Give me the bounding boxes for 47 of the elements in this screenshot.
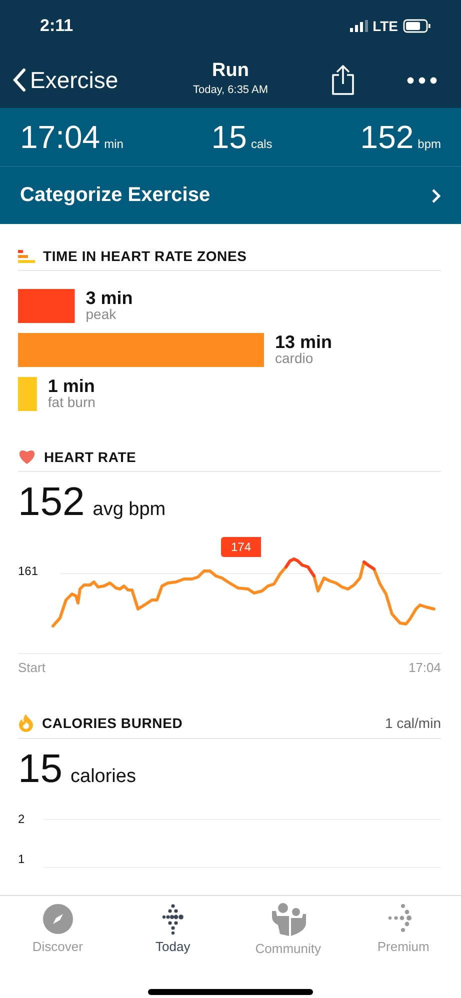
more-icon[interactable]: [407, 76, 437, 84]
network-label: LTE: [372, 18, 398, 34]
average-heart-rate: 152: [18, 480, 85, 525]
people-icon: [269, 903, 308, 937]
y-axis-label: 161: [18, 564, 38, 578]
stat-unit: min: [104, 136, 124, 150]
zone-name: fat burn: [48, 394, 96, 410]
stat-unit: cals: [250, 136, 272, 150]
heart-rate-unit: avg bpm: [92, 499, 166, 521]
stat-value: 152: [360, 118, 414, 156]
chevron-right-icon: [431, 188, 441, 204]
signal-icon: [350, 20, 368, 32]
flame-icon: [18, 713, 34, 732]
zone-unit: min: [300, 332, 332, 352]
section-title: TIME IN HEART RATE ZONES: [43, 248, 247, 264]
heart-icon: [18, 449, 36, 465]
zone-unit: min: [62, 376, 95, 396]
categorize-exercise-row[interactable]: Categorize Exercise: [0, 167, 461, 224]
stat-value: 17:04: [20, 118, 100, 156]
compass-icon: [42, 903, 74, 935]
zone-minutes: 1: [48, 376, 58, 396]
zone-minutes: 13: [275, 332, 296, 352]
zone-name: peak: [86, 306, 116, 322]
zone-minutes: 3: [86, 288, 96, 308]
y-axis-label: 1: [18, 852, 25, 866]
status-time: 2:11: [40, 16, 74, 36]
stat-value: 15: [211, 118, 247, 156]
back-button[interactable]: Exercise: [12, 66, 118, 94]
y-axis-label: 2: [18, 812, 25, 826]
section-title: CALORIES BURNED: [42, 714, 183, 730]
tab-bar-item[interactable]: Today: [115, 903, 230, 956]
peak-heart-rate-tag: 174: [221, 537, 262, 557]
zone-unit: min: [100, 288, 133, 308]
workout-title: Run: [211, 60, 250, 82]
calorie-rate: 1 cal/min: [384, 714, 441, 730]
x-axis-label: 17:04: [408, 660, 441, 675]
stat-unit: bpm: [418, 136, 441, 150]
zones-icon: [18, 250, 35, 262]
x-axis-label: Start: [18, 660, 46, 675]
battery-icon: [403, 19, 431, 33]
chevron-left-icon: [12, 68, 26, 92]
calories-total: 15: [18, 747, 62, 792]
section-title: HEART RATE: [44, 449, 136, 465]
workout-time: Today, 6:35 AM: [193, 84, 268, 96]
zone-name: cardio: [275, 350, 314, 366]
share-icon[interactable]: [331, 64, 355, 96]
calories-unit: calories: [70, 766, 136, 788]
